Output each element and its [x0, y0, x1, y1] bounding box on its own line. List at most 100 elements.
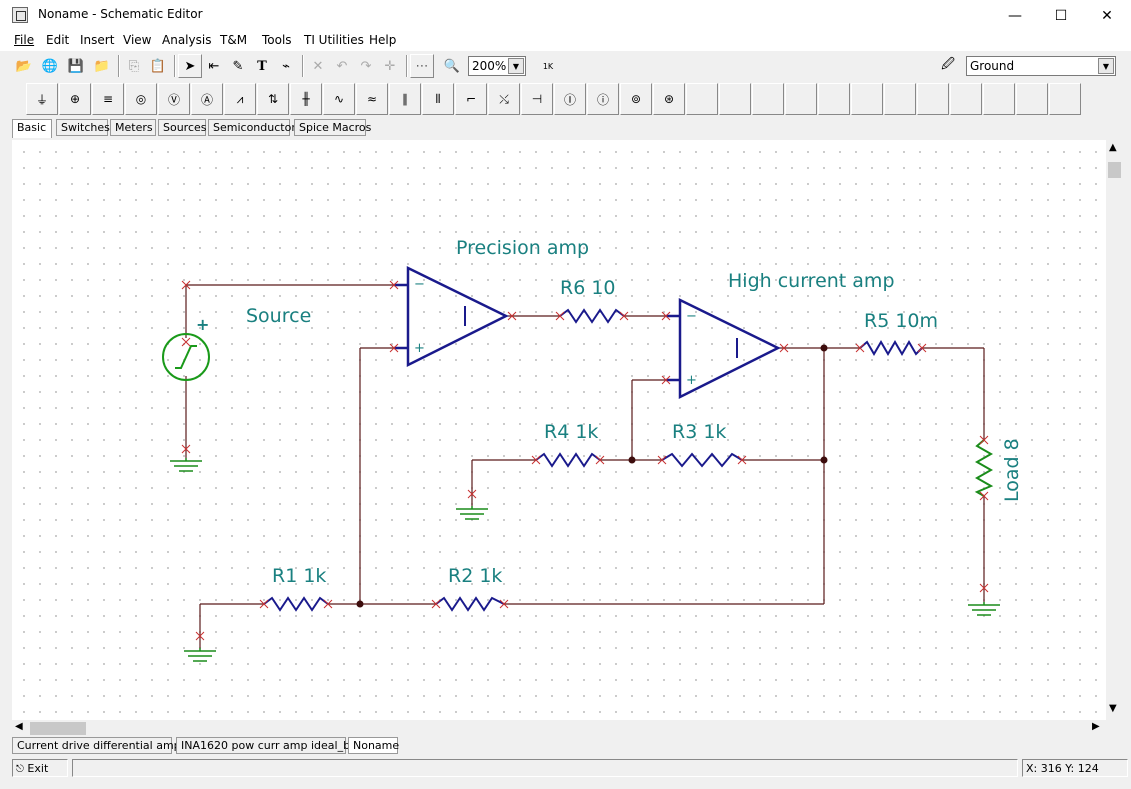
ground-icon	[968, 602, 1000, 616]
wire-tool-icon[interactable]: ⇤	[202, 54, 226, 78]
zoom-value: 200%	[472, 59, 507, 73]
voltmeter-pin-icon[interactable]: ◎	[125, 83, 157, 115]
empty-slot[interactable]	[1016, 83, 1048, 115]
close-button[interactable]: ✕	[1084, 0, 1130, 31]
menu-view[interactable]: View	[123, 33, 151, 47]
menu-tools[interactable]: Tools	[262, 33, 292, 47]
scroll-thumb-vertical[interactable]	[1108, 162, 1121, 178]
zoom-icon[interactable]: 🔍	[440, 54, 464, 78]
paste-icon[interactable]: 📋	[146, 54, 170, 78]
save-icon[interactable]: 💾	[64, 54, 88, 78]
exit-icon: ⎋	[16, 764, 24, 775]
inductor-icon[interactable]: ∿	[323, 83, 355, 115]
app-icon	[12, 7, 28, 23]
current-pin-icon[interactable]: ⓘ	[587, 83, 619, 115]
label-r5: R5 10m	[864, 310, 938, 332]
empty-slot[interactable]	[950, 83, 982, 115]
coupled-inductor-icon[interactable]: ⦀	[422, 83, 454, 115]
erase-wire-icon[interactable]: ⌁	[274, 54, 298, 78]
empty-slot[interactable]	[686, 83, 718, 115]
resistor-r5	[859, 340, 923, 356]
tab-sources[interactable]: Sources	[158, 119, 207, 136]
opamp2-plus: +	[686, 373, 697, 388]
potentiometer-icon[interactable]: ⇅	[257, 83, 289, 115]
text-tool-icon[interactable]: T	[250, 54, 274, 78]
ground-icon[interactable]: ⏚	[26, 83, 58, 115]
grid-toggle-icon[interactable]: ⋯	[410, 54, 434, 78]
voltmeter-icon[interactable]: Ⓥ	[158, 83, 190, 115]
scroll-thumb-horizontal[interactable]	[30, 722, 86, 735]
undo-icon[interactable]: ↶	[330, 54, 354, 78]
transformer-icon[interactable]: ∥	[389, 83, 421, 115]
sheet-tab-ina1620[interactable]: INA1620 pow curr amp ideal_bal3	[176, 737, 367, 754]
status-message	[72, 759, 1018, 777]
resistor-tool-icon[interactable]: 1K	[536, 54, 560, 78]
component-select[interactable]: Ground ▼	[966, 56, 1116, 76]
exit-label: Exit	[27, 762, 49, 775]
empty-slot[interactable]	[719, 83, 751, 115]
empty-slot[interactable]	[917, 83, 949, 115]
battery-icon[interactable]: ≡	[92, 83, 124, 115]
chevron-down-icon: ▼	[508, 58, 524, 74]
variable-resistor-icon[interactable]: ⤯	[488, 83, 520, 115]
pencil-icon[interactable]: ✎	[226, 54, 250, 78]
ammeter-icon[interactable]: Ⓐ	[191, 83, 223, 115]
sheet-tab-current-drive[interactable]: Current drive differential amplifier	[12, 737, 205, 754]
open-folder-icon[interactable]: 📂	[12, 54, 36, 78]
place-component-icon[interactable]: 🖉	[936, 54, 960, 78]
empty-slot[interactable]	[983, 83, 1015, 115]
exit-button[interactable]: ⎋ Exit	[12, 759, 68, 777]
empty-slot[interactable]	[818, 83, 850, 115]
tab-semiconductors[interactable]: Semiconductors	[208, 119, 302, 136]
scroll-up-icon[interactable]: ▲	[1109, 142, 1117, 153]
copy-icon[interactable]: ⎘	[122, 54, 146, 78]
voltage-pin-icon[interactable]: ⊕	[59, 83, 91, 115]
maximize-button[interactable]: ☐	[1038, 0, 1084, 31]
menu-insert[interactable]: Insert	[80, 33, 114, 47]
empty-slot[interactable]	[752, 83, 784, 115]
menu-tm[interactable]: T&M	[220, 33, 247, 47]
scroll-left-icon[interactable]: ◀	[15, 721, 23, 732]
empty-slot[interactable]	[785, 83, 817, 115]
minimize-button[interactable]: —	[992, 0, 1038, 31]
menu-help[interactable]: Help	[369, 33, 396, 47]
scroll-down-icon[interactable]: ▼	[1109, 703, 1117, 714]
open-template-icon[interactable]: 📁	[90, 54, 114, 78]
capacitor-icon[interactable]: ╫	[290, 83, 322, 115]
signal-pin-icon[interactable]: ⊛	[653, 83, 685, 115]
component-labels: Precision amp High current amp Source R6…	[246, 237, 1023, 587]
menu-edit-label: Edit	[46, 33, 70, 47]
tab-switches[interactable]: Switches	[56, 119, 110, 136]
switch-icon[interactable]: ⌐	[455, 83, 487, 115]
horizontal-scrollbar[interactable]: ◀ ▶	[12, 720, 1106, 737]
empty-slot[interactable]	[884, 83, 916, 115]
empty-slot[interactable]	[851, 83, 883, 115]
tab-meters[interactable]: Meters	[110, 119, 156, 136]
tab-basic[interactable]: Basic	[12, 119, 52, 138]
scroll-right-icon[interactable]: ▶	[1092, 721, 1100, 732]
opamp-pin-labels: − + − +	[414, 277, 697, 388]
crosshair-icon[interactable]: ✛	[378, 54, 402, 78]
source-plus: +	[196, 315, 209, 334]
variable-inductor-icon[interactable]: ≈	[356, 83, 388, 115]
redo-icon[interactable]: ↷	[354, 54, 378, 78]
schematic-canvas[interactable]: + − + − + Precision amp High current amp…	[12, 140, 1106, 720]
globe-icon[interactable]: 🌐	[38, 54, 62, 78]
menu-edit[interactable]: Edit	[46, 33, 69, 47]
tab-spice-macros[interactable]: Spice Macros	[294, 119, 371, 136]
delete-icon[interactable]: ✕	[306, 54, 330, 78]
select-arrow-icon[interactable]: ➤	[178, 54, 202, 78]
diode-icon[interactable]: ⊣	[521, 83, 553, 115]
zoom-select[interactable]: 200% ▼	[468, 56, 526, 76]
resistor-r1	[263, 596, 329, 612]
menu-analysis[interactable]: Analysis	[162, 33, 211, 47]
menu-ti-utilities[interactable]: TI Utilities	[304, 33, 364, 47]
opamp-precision	[394, 265, 509, 368]
menu-file[interactable]: File	[14, 33, 34, 47]
resistor-icon[interactable]: ⩘	[224, 83, 256, 115]
sheet-tab-noname[interactable]: Noname	[348, 737, 399, 754]
empty-slot[interactable]	[1049, 83, 1081, 115]
current-source-icon[interactable]: Ⓘ	[554, 83, 586, 115]
signal-source-icon[interactable]: ⊚	[620, 83, 652, 115]
vertical-scrollbar[interactable]: ▲ ▼	[1106, 140, 1123, 720]
